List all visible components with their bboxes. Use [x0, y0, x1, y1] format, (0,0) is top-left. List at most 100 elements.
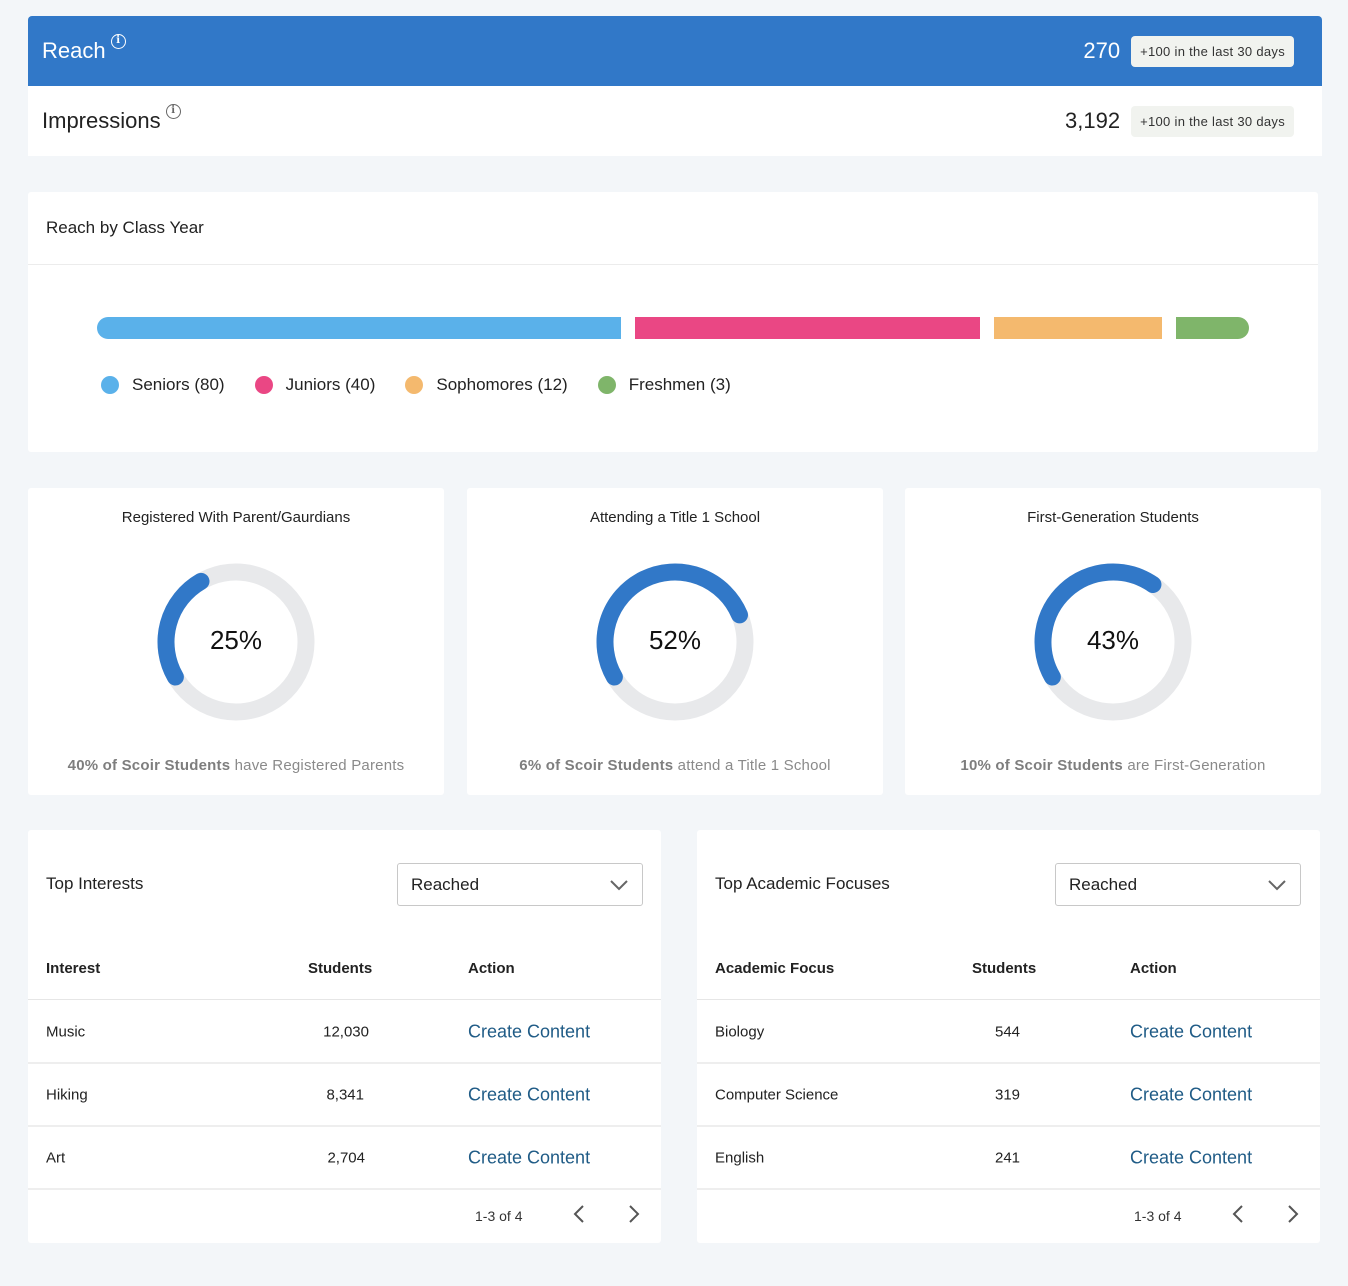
legend-label: Freshmen (3) [628, 375, 731, 394]
reach-delta-badge: +100 in the last 30 days [1131, 35, 1294, 67]
stat-caption: 6% of Scoir Students attend a Title 1 Sc… [467, 757, 883, 774]
legend-dot-icon [101, 376, 119, 394]
table-row: English 241 Create Content [697, 1127, 1320, 1190]
pagination-range: 1-3 of 4 [475, 1208, 523, 1224]
table-row: Biology 544 Create Content [697, 1001, 1320, 1064]
top-interests-card: Top Interests Reached Interest Students … [28, 830, 661, 1243]
stat-percent: 52% [648, 625, 702, 655]
create-content-link[interactable]: Create Content [468, 1147, 590, 1168]
pagination-range: 1-3 of 4 [1134, 1208, 1182, 1224]
create-content-link[interactable]: Create Content [1130, 1147, 1252, 1168]
create-content-link[interactable]: Create Content [1130, 1084, 1252, 1105]
row-name: Hiking [46, 1086, 88, 1103]
next-page-button[interactable] [622, 1202, 646, 1226]
chevron-down-icon [610, 879, 628, 890]
table-row: Art 2,704 Create Content [28, 1127, 661, 1190]
card-title: Reach by Class Year [46, 218, 204, 237]
class-year-legend: Seniors (80) Juniors (40) Sophomores (12) F… [101, 375, 761, 395]
row-name: Art [46, 1149, 66, 1166]
row-students: 319 [995, 1086, 1021, 1103]
legend-item-sophomores: Sophomores (12) [405, 375, 568, 395]
class-year-stacked-bar [97, 317, 1249, 339]
select-value: Reached [1069, 874, 1138, 894]
reach-by-class-year-card: Reach by Class Year Seniors (80) Juniors … [28, 192, 1318, 452]
legend-item-seniors: Seniors (80) [101, 375, 225, 395]
impressions-label: Impressions [42, 108, 161, 133]
caption-bold: 10% of Scoir Students [960, 757, 1123, 774]
reach-metric-row[interactable]: Reach i 270 +100 in the last 30 days [28, 16, 1322, 86]
impressions-delta-badge: +100 in the last 30 days [1131, 105, 1294, 137]
create-content-link[interactable]: Create Content [468, 1021, 590, 1042]
caption-rest: are First-Generation [1122, 757, 1266, 774]
impressions-label-group: Impressions i [42, 104, 181, 134]
chevron-left-icon [1232, 1205, 1243, 1223]
stat-title: Registered With Parent/Gaurdians [121, 509, 351, 526]
impressions-metric-row[interactable]: Impressions i 3,192 +100 in the last 30 … [28, 86, 1322, 156]
reach-label: Reach [42, 38, 106, 63]
legend-item-freshmen: Freshmen (3) [597, 375, 731, 395]
interests-filter-select[interactable]: Reached [397, 863, 643, 906]
row-name: Music [46, 1023, 86, 1040]
stat-percent: 25% [209, 625, 263, 655]
stat-card-title1: Attending a Title 1 School 52% 6% of Sco… [467, 488, 883, 795]
row-students: 544 [995, 1023, 1021, 1040]
stat-caption: 10% of Scoir Students are First-Generati… [905, 757, 1321, 774]
row-students: 12,030 [323, 1023, 369, 1040]
stat-title: First-Generation Students [1027, 509, 1199, 526]
info-icon[interactable]: i [165, 104, 181, 119]
row-name: English [715, 1149, 765, 1166]
stat-card-first-gen: First-Generation Students 43% 10% of Sco… [905, 488, 1321, 795]
table-title: Top Interests [46, 874, 144, 893]
caption-rest: attend a Title 1 School [673, 757, 831, 774]
bar-segment-sophomores [994, 317, 1162, 339]
stat-caption: 40% of Scoir Students have Registered Pa… [28, 757, 444, 774]
column-header-students[interactable]: Students [308, 960, 372, 977]
chevron-left-icon [573, 1205, 584, 1223]
info-icon[interactable]: i [110, 34, 126, 49]
column-header-academic-focus[interactable]: Academic Focus [715, 960, 834, 977]
legend-label: Sophomores (12) [436, 375, 568, 394]
create-content-link[interactable]: Create Content [468, 1084, 590, 1105]
top-academic-focuses-card: Top Academic Focuses Reached Academic Fo… [697, 830, 1320, 1243]
row-name: Biology [715, 1023, 765, 1040]
table-header: Academic Focus Students Action [697, 960, 1320, 1000]
row-students: 8,341 [326, 1086, 364, 1103]
select-value: Reached [411, 874, 480, 894]
next-page-button[interactable] [1281, 1202, 1305, 1226]
stat-percent: 43% [1086, 625, 1140, 655]
legend-label: Seniors (80) [132, 375, 225, 394]
table-row: Computer Science 319 Create Content [697, 1064, 1320, 1127]
column-header-students[interactable]: Students [972, 960, 1036, 977]
legend-item-juniors: Juniors (40) [254, 375, 376, 395]
stat-card-parents: Registered With Parent/Gaurdians 25% 40%… [28, 488, 444, 795]
chevron-down-icon [1268, 879, 1286, 890]
legend-dot-icon [405, 376, 424, 394]
legend-label: Juniors (40) [285, 375, 376, 394]
table-pagination: 1-3 of 4 [697, 1188, 1320, 1243]
table-header: Interest Students Action [28, 960, 661, 1000]
caption-bold: 6% of Scoir Students [519, 757, 674, 774]
column-header-interest[interactable]: Interest [46, 960, 100, 977]
bar-segment-seniors [97, 317, 621, 339]
row-name: Computer Science [715, 1086, 839, 1103]
table-title: Top Academic Focuses [715, 874, 890, 893]
column-header-action: Action [468, 960, 515, 977]
chevron-right-icon [1288, 1205, 1299, 1223]
chevron-right-icon [629, 1205, 640, 1223]
legend-dot-icon [254, 376, 273, 394]
stat-title: Attending a Title 1 School [589, 509, 761, 526]
impressions-value: 3,192 [1065, 108, 1121, 133]
table-row: Hiking 8,341 Create Content [28, 1064, 661, 1127]
column-header-action: Action [1130, 960, 1177, 977]
bar-segment-juniors [634, 317, 981, 339]
prev-page-button[interactable] [567, 1202, 591, 1226]
legend-dot-icon [597, 376, 616, 394]
row-students: 2,704 [327, 1149, 365, 1166]
divider [28, 264, 1318, 265]
prev-page-button[interactable] [1226, 1202, 1250, 1226]
create-content-link[interactable]: Create Content [1130, 1021, 1252, 1042]
academic-focus-filter-select[interactable]: Reached [1055, 863, 1301, 906]
table-pagination: 1-3 of 4 [28, 1188, 661, 1243]
reach-label-group: Reach i [42, 34, 126, 64]
row-students: 241 [995, 1149, 1021, 1166]
